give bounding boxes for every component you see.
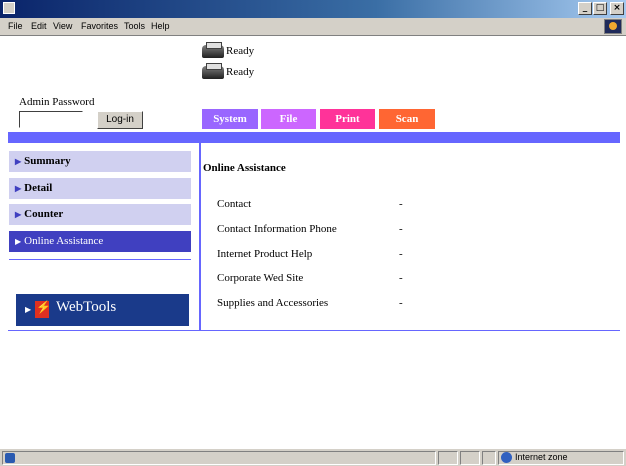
sidebar-item-counter[interactable]: ▶ Counter: [9, 204, 191, 225]
printer-status: Ready: [202, 42, 255, 58]
scanner-status: Ready: [202, 63, 255, 79]
info-label-supplies: Supplies and Accessories: [217, 297, 329, 309]
webtools-button[interactable]: ▶ WebTools: [16, 294, 189, 326]
page-status-icon: [5, 453, 15, 463]
sidebar-item-label: Summary: [24, 155, 71, 167]
info-value-contact: -: [399, 198, 403, 210]
printer-status-text: Ready: [226, 45, 255, 58]
sidebar-item-online-assistance[interactable]: ▶ Online Assistance: [9, 231, 191, 252]
info-label-contact: Contact: [217, 198, 252, 210]
globe-icon: [501, 452, 512, 463]
webtools-label: WebTools: [56, 299, 117, 315]
scanner-icon: [202, 63, 224, 79]
browser-logo-icon: [604, 19, 622, 34]
status-cell: [438, 451, 458, 465]
maximize-button[interactable]: □: [593, 2, 607, 15]
info-value-supplies: -: [399, 297, 403, 309]
arrow-right-icon: ▶: [15, 157, 22, 166]
menu-file[interactable]: File: [8, 21, 23, 31]
menu-bar: File Edit View Favorites Tools Help: [0, 18, 626, 36]
content-bottom-divider: [8, 330, 620, 331]
menu-tools[interactable]: Tools: [124, 21, 145, 31]
info-value-product-help: -: [399, 248, 403, 260]
menu-view[interactable]: View: [53, 21, 72, 31]
app-icon[interactable]: [3, 2, 15, 14]
scanner-status-text: Ready: [226, 66, 255, 79]
status-bar: Internet zone: [0, 448, 626, 466]
tab-system[interactable]: System: [202, 109, 258, 129]
info-value-contact-phone: -: [399, 223, 403, 235]
fiery-logo-icon: [35, 300, 51, 318]
sidebar-item-detail[interactable]: ▶ Detail: [9, 178, 191, 199]
sidebar-item-summary[interactable]: ▶ Summary: [9, 151, 191, 172]
security-zone-label: Internet zone: [515, 452, 568, 462]
arrow-right-icon: ▶: [25, 305, 32, 314]
sidebar-item-label: Counter: [24, 208, 64, 220]
sidebar-item-label: Detail: [24, 182, 53, 194]
info-label-contact-phone: Contact Information Phone: [217, 223, 337, 235]
status-text-cell: [2, 451, 436, 465]
status-cell: [482, 451, 496, 465]
tab-file[interactable]: File: [261, 109, 316, 129]
info-label-product-help: Internet Product Help: [217, 248, 313, 260]
menu-favorites[interactable]: Favorites: [81, 21, 118, 31]
admin-password-input[interactable]: [19, 111, 83, 128]
header-divider: [8, 132, 620, 143]
tab-print[interactable]: Print: [320, 109, 375, 129]
title-bar: _ □ ×: [0, 0, 626, 18]
info-value-corporate-site: -: [399, 272, 403, 284]
printer-icon: [202, 42, 224, 58]
vertical-divider: [199, 143, 201, 330]
menu-help[interactable]: Help: [151, 21, 170, 31]
minimize-button[interactable]: _: [578, 2, 592, 15]
arrow-right-icon: ▶: [15, 210, 22, 219]
page-title: Online Assistance: [203, 162, 286, 174]
status-cell: [460, 451, 480, 465]
info-label-corporate-site: Corporate Wed Site: [217, 272, 304, 284]
close-button[interactable]: ×: [610, 2, 624, 15]
arrow-right-icon: ▶: [15, 184, 22, 193]
sidebar-item-label: Online Assistance: [24, 235, 104, 247]
menu-edit[interactable]: Edit: [31, 21, 47, 31]
admin-password-label: Admin Password: [19, 96, 95, 108]
login-button[interactable]: Log-in: [97, 111, 143, 129]
sidebar-divider: [9, 259, 191, 260]
arrow-right-icon: ▶: [15, 237, 22, 246]
tab-scan[interactable]: Scan: [379, 109, 435, 129]
